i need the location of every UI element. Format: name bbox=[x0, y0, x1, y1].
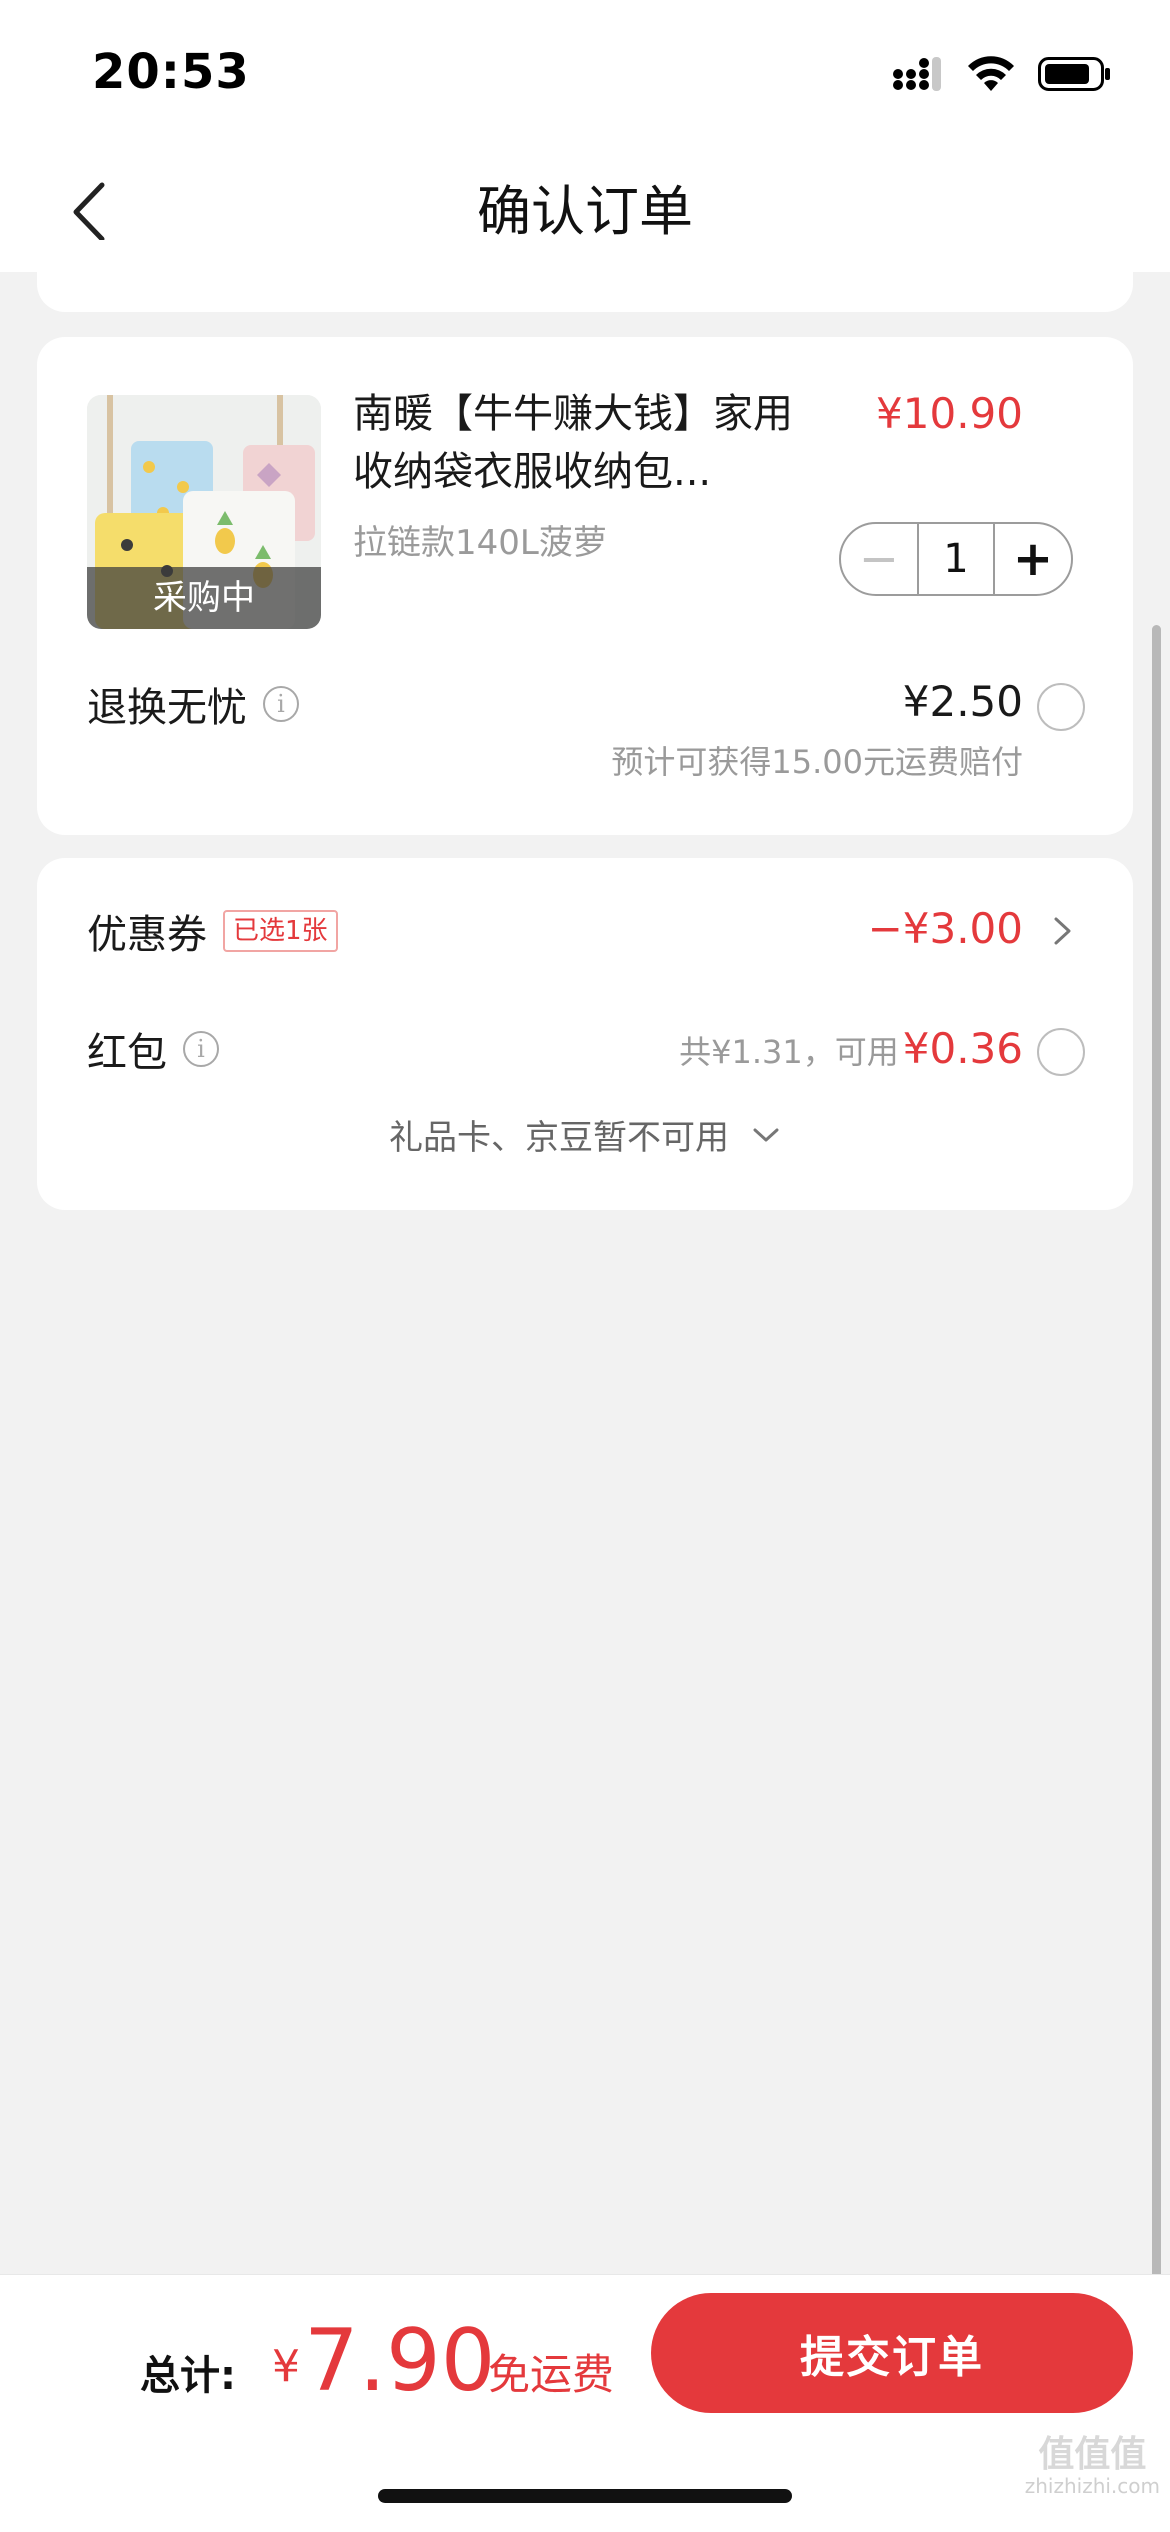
red-packet-label: 红包 bbox=[87, 1030, 167, 1076]
free-shipping-label: 免运费 bbox=[488, 2350, 615, 2399]
chevron-down-icon bbox=[753, 1128, 779, 1141]
chevron-right-icon[interactable] bbox=[1045, 914, 1079, 948]
status-time: 20:53 bbox=[92, 44, 250, 100]
wifi-icon bbox=[968, 56, 1014, 91]
gift-card-text: 礼品卡、京豆暂不可用 bbox=[389, 1118, 729, 1158]
product-price: ¥10.90 bbox=[876, 389, 1023, 438]
submit-order-button[interactable]: 提交订单 bbox=[651, 2293, 1133, 2413]
scrollbar[interactable] bbox=[1152, 625, 1161, 2355]
info-icon[interactable]: i bbox=[263, 686, 299, 722]
red-packet-row: 红包 i bbox=[87, 1020, 219, 1078]
home-indicator[interactable] bbox=[378, 2489, 792, 2503]
red-packet-available: ¥0.36 bbox=[902, 1024, 1023, 1073]
total-currency: ¥ bbox=[272, 2341, 300, 2392]
purchasing-badge: 采购中 bbox=[87, 567, 321, 629]
coupon-label: 优惠券 bbox=[87, 912, 207, 958]
product-sku[interactable]: 拉链款140L菠萝 bbox=[353, 515, 607, 564]
return-service-label: 退换无忧 bbox=[87, 685, 247, 731]
return-service-price: ¥2.50 bbox=[902, 677, 1023, 726]
coupon-value: −¥3.00 bbox=[867, 904, 1023, 953]
status-icons bbox=[892, 52, 1112, 96]
gift-card-row[interactable]: 礼品卡、京豆暂不可用 bbox=[37, 1110, 1133, 1159]
checkout-bar: 总计: ¥ 7.90 免运费 提交订单 值值值 zhizhizhi.com bbox=[0, 2274, 1170, 2532]
info-icon[interactable]: i bbox=[183, 1031, 219, 1067]
decrease-quantity-button[interactable]: − bbox=[841, 524, 917, 594]
watermark-logo: 值值值 bbox=[1038, 2434, 1147, 2475]
address-card[interactable] bbox=[37, 240, 1133, 312]
total-label: 总计: bbox=[140, 2353, 236, 2399]
red-packet-total: 共¥1.31，可用 bbox=[679, 1033, 899, 1071]
cellular-signal-icon bbox=[893, 57, 941, 91]
red-packet-radio[interactable] bbox=[1037, 1028, 1085, 1076]
quantity-stepper: − 1 + bbox=[839, 522, 1073, 596]
status-bar: 20:53 bbox=[0, 0, 1170, 150]
watermark-site: zhizhizhi.com bbox=[1024, 2474, 1160, 2498]
discount-card: 优惠券 已选1张 −¥3.00 红包 i 共¥1.31，可用 ¥0.36 礼品卡… bbox=[37, 858, 1133, 1210]
product-title[interactable]: 南暖【牛牛赚大钱】家用收纳袋衣服收纳包... bbox=[353, 385, 823, 501]
coupon-selected-badge: 已选1张 bbox=[223, 910, 338, 952]
return-service-note: 预计可获得15.00元运费赔付 bbox=[611, 743, 1023, 781]
product-image[interactable]: 采购中 bbox=[87, 395, 321, 629]
total-amount: 7.90 bbox=[304, 2311, 496, 2411]
coupon-row[interactable]: 优惠券 已选1张 bbox=[87, 902, 338, 960]
return-service-radio[interactable] bbox=[1037, 683, 1085, 731]
product-card: 采购中 南暖【牛牛赚大钱】家用收纳袋衣服收纳包... ¥10.90 拉链款140… bbox=[37, 337, 1133, 835]
red-packet-info: 共¥1.31，可用 ¥0.36 bbox=[679, 1024, 1023, 1073]
battery-icon bbox=[1038, 57, 1110, 91]
increase-quantity-button[interactable]: + bbox=[995, 524, 1071, 594]
watermark: 值值值 zhizhizhi.com bbox=[1024, 2434, 1160, 2498]
quantity-value[interactable]: 1 bbox=[917, 524, 995, 594]
return-service-row: 退换无忧 i bbox=[87, 675, 299, 733]
